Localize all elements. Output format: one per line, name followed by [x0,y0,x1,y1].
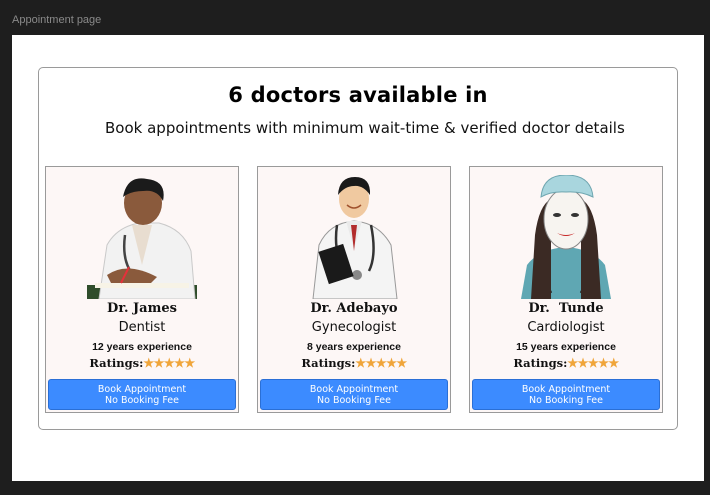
book-appointment-button[interactable]: Book Appointment No Booking Fee [260,379,448,410]
doctor-rating: Ratings:★★★★★ [470,356,662,370]
doctor-experience: 8 years experience [307,341,401,353]
doctor-card: Dr. Tunde Cardiologist 15 years experien… [469,166,663,413]
book-appointment-button[interactable]: Book Appointment No Booking Fee [472,379,660,410]
doctor-experience: 12 years experience [92,341,192,353]
page-subtitle: Book appointments with minimum wait-time… [105,119,625,137]
star-rating-icons: ★★★★★ [355,356,407,370]
doctor-specialty: Dentist [118,320,166,335]
doctors-panel: 6 doctors available in Book appointments… [38,67,678,430]
book-button-label: Book Appointment [309,384,399,395]
doctor-photo [258,175,450,301]
doctor-name: Dr. Adebayo [310,301,398,316]
book-button-sublabel: No Booking Fee [105,395,179,406]
doctor-specialty: Cardiologist [527,320,605,335]
ratings-label: Ratings: [89,356,144,370]
ratings-label: Ratings: [513,356,568,370]
page-title: 6 doctors available in [228,83,488,107]
doctor-rating: Ratings:★★★★★ [46,356,238,370]
doctor-card: Dr. Adebayo Gynecologist 8 years experie… [257,166,451,413]
page-canvas: 6 doctors available in Book appointments… [12,35,704,481]
doctor-photo [46,175,238,301]
book-button-sublabel: No Booking Fee [529,395,603,406]
doctor-card: Dr. James Dentist 12 years experience Ra… [45,166,239,413]
doctor-name: Dr. James [107,301,177,316]
doctor-experience: 15 years experience [516,341,616,353]
doctor-specialty: Gynecologist [311,320,397,335]
book-button-sublabel: No Booking Fee [317,395,391,406]
star-rating-icons: ★★★★★ [567,356,619,370]
ratings-label: Ratings: [301,356,356,370]
book-button-label: Book Appointment [97,384,187,395]
doctor-name: Dr. Tunde [528,301,604,316]
doctor-rating: Ratings:★★★★★ [258,356,450,370]
frame-label: Appointment page [12,14,102,26]
star-rating-icons: ★★★★★ [143,356,195,370]
book-button-label: Book Appointment [521,384,611,395]
book-appointment-button[interactable]: Book Appointment No Booking Fee [48,379,236,410]
doctor-photo [470,175,662,301]
